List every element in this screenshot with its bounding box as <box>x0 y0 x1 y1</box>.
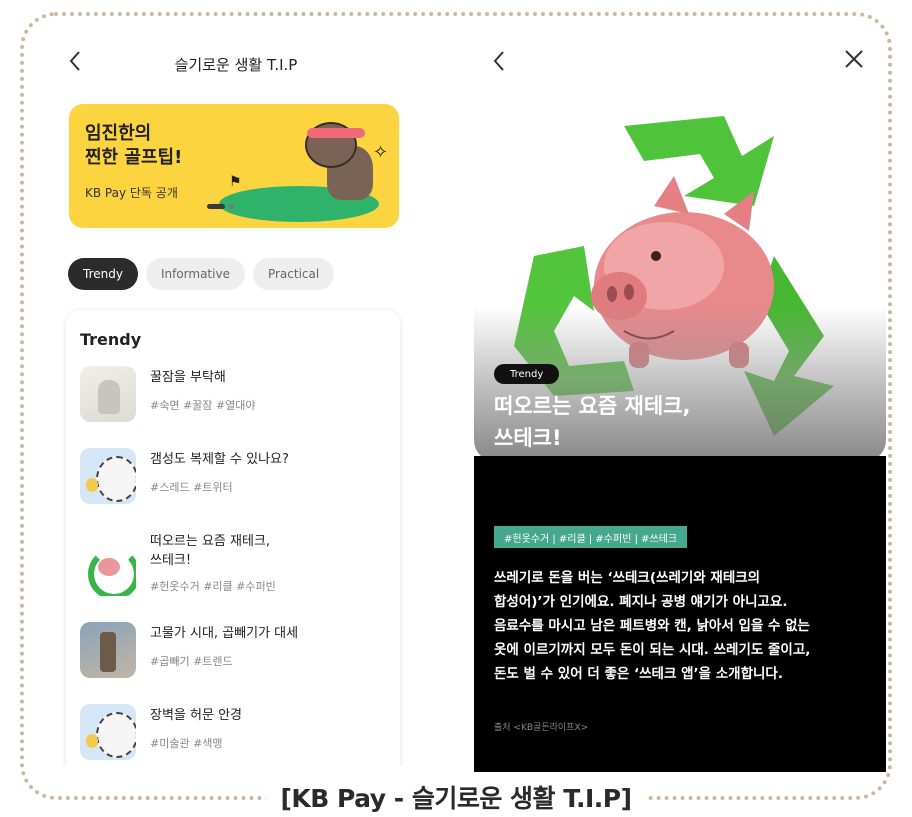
page-title: 슬기로운 생활 T.I.P <box>174 56 298 74</box>
item-title: 고물가 시대, 곱빼기가 대세 <box>150 626 299 641</box>
item-thumbnail <box>80 448 136 504</box>
item-title: 꿀잠을 부탁해 <box>150 370 226 385</box>
article-line: 음료수를 마시고 남은 페트병와 캔, 낡아서 입을 수 없는 <box>494 618 810 634</box>
item-thumbnail <box>80 540 136 596</box>
article-line: 쓰레기로 돈을 버는 ‘쓰테크(쓰레기와 재테크의 <box>494 570 761 586</box>
article-line: 돈도 벌 수 있어 더 좋은 ‘쓰테크 앱’을 소개합니다. <box>494 666 783 682</box>
article-source: 출처 <KB골든라이프X> <box>494 723 589 733</box>
banner-pagination <box>207 204 234 209</box>
item-tags: #미술관 #색맹 <box>150 737 223 750</box>
article-title-line2: 쓰테크! <box>494 426 562 450</box>
bear-visor-illustration <box>307 128 365 138</box>
item-tags: #스레드 #트위터 <box>150 481 233 494</box>
item-title: 갬성도 복제할 수 있나요? <box>150 452 289 467</box>
item-tags: #헌옷수거 #리클 #수퍼빈 <box>150 580 276 593</box>
banner-title: 임진한의 찐한 골프팁! <box>85 122 182 170</box>
item-title: 떠오르는 요즘 재테크, 쓰테크! <box>150 532 370 570</box>
close-icon <box>845 50 863 68</box>
banner-title-line1: 임진한의 <box>85 123 152 144</box>
banner-subtitle: KB Pay 단독 공개 <box>85 186 178 200</box>
list-item[interactable]: 꿀잠을 부탁해 #숙면 #꿀잠 #열대야 <box>80 366 386 430</box>
banner-title-line2: 찐한 골프팁! <box>85 147 183 168</box>
item-tags: #곱빼기 #트렌드 <box>150 655 233 668</box>
item-title-line1: 떠오르는 요즘 재테크, <box>150 534 271 549</box>
tab-trendy[interactable]: Trendy <box>68 258 138 290</box>
item-title-line2: 쓰테크! <box>150 553 192 568</box>
golf-tip-banner[interactable]: 임진한의 찐한 골프팁! KB Pay 단독 공개 ⚑ ✧ <box>69 104 399 228</box>
back-button[interactable] <box>492 50 506 78</box>
close-button[interactable] <box>844 46 864 76</box>
category-tabs: Trendy Informative Practical <box>68 258 335 290</box>
article-title-line1: 떠오르는 요즘 재테크, <box>494 394 691 418</box>
item-tags: #숙면 #꿀잠 #열대야 <box>150 399 256 412</box>
article-line: 합성어)’가 인기에요. 폐지나 공병 얘기가 아니고요. <box>494 594 788 610</box>
category-badge: Trendy <box>494 364 560 384</box>
list-item[interactable]: 장벽을 허문 안경 #미술관 #색맹 <box>80 704 386 766</box>
hashtag-bar: #헌옷수거 | #리클 | #수퍼빈 | #쓰테크 <box>494 526 688 548</box>
pagination-dot <box>229 204 234 209</box>
tip-detail-screen: Trendy 떠오르는 요즘 재테크, 쓰테크! #헌옷수거 | #리클 | #… <box>474 36 886 772</box>
item-thumbnail <box>80 622 136 678</box>
item-thumbnail <box>80 366 136 422</box>
tab-informative[interactable]: Informative <box>145 258 245 290</box>
list-item[interactable]: 떠오르는 요즘 재테크, 쓰테크! #헌옷수거 #리클 #수퍼빈 <box>80 530 386 608</box>
item-thumbnail <box>80 704 136 760</box>
list-item[interactable]: 고물가 시대, 곱빼기가 대세 #곱빼기 #트렌드 <box>80 622 386 686</box>
article-title: 떠오르는 요즘 재테크, 쓰테크! <box>494 390 690 454</box>
sparkle-icon: ✧ <box>373 142 389 163</box>
section-title: Trendy <box>80 330 142 349</box>
article-line: 옷에 이르기까지 모두 돈이 되는 시대. 쓰레기도 줄이고, <box>494 642 811 658</box>
pagination-dot-active <box>207 204 225 209</box>
tab-practical[interactable]: Practical <box>252 258 335 290</box>
tip-list-screen: 슬기로운 생활 T.I.P 임진한의 찐한 골프팁! KB Pay 단독 공개 … <box>48 36 424 766</box>
tip-list-card: Trendy 꿀잠을 부탁해 #숙면 #꿀잠 #열대야 갬성도 복제할 수 있나… <box>66 310 400 766</box>
article-body: #헌옷수거 | #리클 | #수퍼빈 | #쓰테크 쓰레기로 돈을 버는 ‘쓰테… <box>474 456 886 772</box>
hero-image: Trendy 떠오르는 요즘 재테크, 쓰테크! <box>474 106 886 462</box>
item-title: 장벽을 허문 안경 <box>150 708 242 723</box>
golf-flag-icon: ⚑ <box>229 174 242 190</box>
chevron-left-icon <box>493 51 504 71</box>
list-item[interactable]: 갬성도 복제할 수 있나요? #스레드 #트위터 <box>80 448 386 512</box>
article-text: 쓰레기로 돈을 버는 ‘쓰테크(쓰레기와 재테크의 합성어)’가 인기에요. 폐… <box>494 566 874 686</box>
